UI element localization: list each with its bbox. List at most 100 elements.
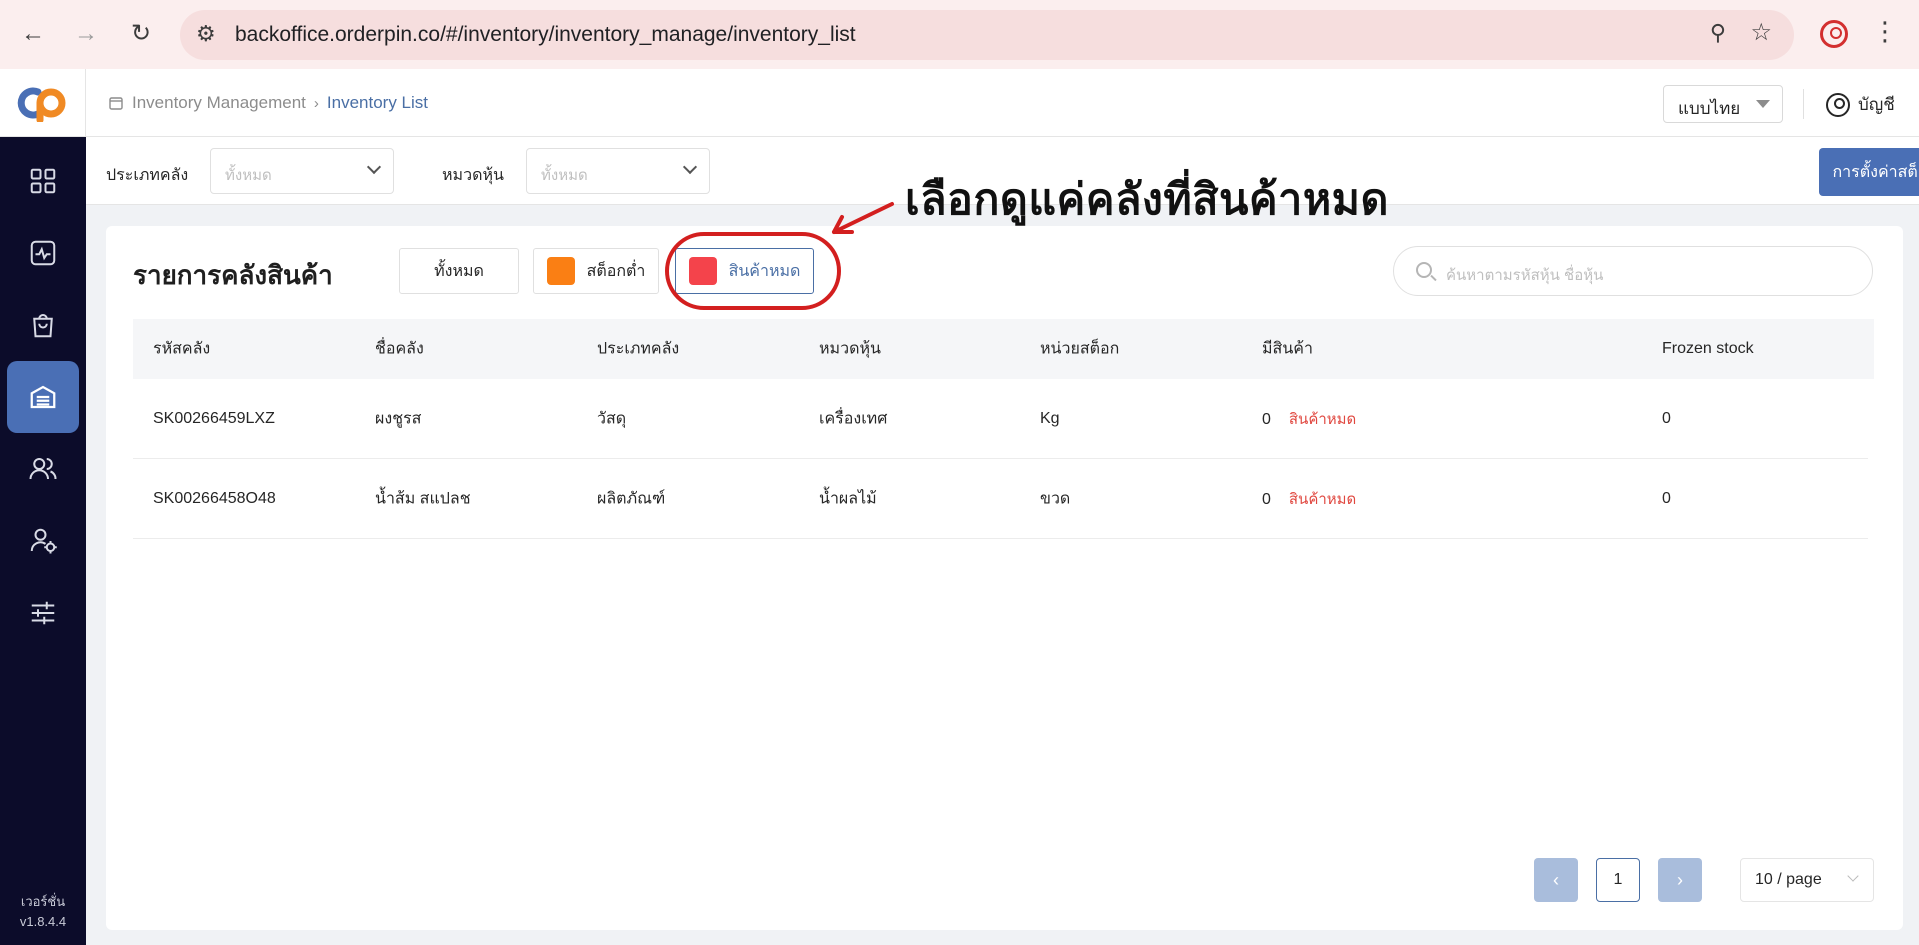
sidebar-item-settings[interactable]: [7, 577, 79, 649]
search-icon: [1416, 262, 1432, 278]
search-placeholder: ค้นหาตามรหัสหุ้น ชื่อหุ้น: [1446, 267, 1604, 284]
status-badge: สินค้าหมด: [1288, 490, 1357, 508]
sidebar-item-staff[interactable]: [7, 505, 79, 577]
warehouse-icon: [30, 385, 56, 409]
sidebar-item-reports[interactable]: [7, 217, 79, 289]
page-size-value: 10 / page: [1755, 871, 1822, 888]
orderpin-logo[interactable]: [16, 84, 72, 122]
cell-unit: ขวด: [1040, 490, 1071, 507]
inventory-card: รายการคลังสินค้า ทั้งหมด สต็อกต่ำ สินค้า…: [106, 226, 1903, 930]
column-header: มีสินค้า: [1262, 340, 1313, 358]
prev-page-button[interactable]: ‹: [1534, 858, 1578, 902]
annotation-arrow-icon: [832, 202, 894, 234]
top-header: Inventory Management › Inventory List แบ…: [86, 69, 1919, 137]
dashboard-grid-icon: [30, 168, 56, 194]
cell-name: น้ำส้ม สแปลช: [375, 490, 471, 507]
account-menu[interactable]: บัญชี: [1826, 91, 1895, 118]
reload-icon[interactable]: ↻: [125, 18, 157, 50]
forward-icon[interactable]: →: [70, 18, 102, 50]
column-header: ชื่อคลัง: [375, 340, 424, 358]
cell-stock: 0 สินค้าหมด: [1262, 487, 1356, 511]
search-input[interactable]: ค้นหาตามรหัสหุ้น ชื่อหุ้น: [1393, 246, 1873, 296]
breadcrumb: Inventory Management › Inventory List: [108, 93, 428, 113]
column-header: รหัสคลัง: [153, 340, 211, 358]
page-size-select[interactable]: 10 / page: [1740, 858, 1874, 902]
warehouse-type-value: ทั้งหมด: [225, 167, 272, 184]
url-text[interactable]: backoffice.orderpin.co/#/inventory/inven…: [235, 23, 856, 47]
language-value: แบบไทย: [1678, 99, 1741, 118]
cell-code: SK00266458O48: [153, 489, 276, 507]
column-header: หมวดหุ้น: [819, 340, 881, 358]
cell-category: เครื่องเทศ: [819, 410, 888, 427]
stock-alert-settings-button[interactable]: การตั้งค่าสต็อกเตือน: [1819, 148, 1919, 196]
sidebar-item-customers[interactable]: [7, 433, 79, 505]
caret-down-icon: [1756, 100, 1770, 108]
cell-qty: 0: [1262, 490, 1271, 508]
chevron-down-icon: [366, 159, 382, 175]
user-settings-icon: [30, 528, 57, 554]
cell-type: วัสดุ: [597, 410, 627, 427]
language-select[interactable]: แบบไทย: [1663, 85, 1783, 123]
warehouse-type-label: ประเภทคลัง: [106, 167, 189, 184]
column-header: ประเภทคลัง: [597, 340, 680, 358]
cell-unit: Kg: [1040, 409, 1060, 427]
table-row[interactable]: SK00266458O48 น้ำส้ม สแปลช ผลิตภัณฑ์ น้ำ…: [133, 459, 1868, 539]
cell-name: ผงชูรส: [375, 410, 422, 427]
next-page-button[interactable]: ›: [1658, 858, 1702, 902]
table-row[interactable]: SK00266459LXZ ผงชูรส วัสดุ เครื่องเทศ Kg…: [133, 379, 1868, 459]
zoom-icon[interactable]: ⚲: [1710, 20, 1726, 46]
site-settings-icon[interactable]: ⚙: [196, 21, 216, 47]
column-header: Frozen stock: [1662, 340, 1754, 357]
tab-all[interactable]: ทั้งหมด: [399, 248, 519, 294]
users-icon: [29, 458, 57, 480]
header-divider: [1803, 89, 1804, 119]
column-header: หน่วยสต็อก: [1040, 340, 1120, 358]
category-select[interactable]: ทั้งหมด: [526, 148, 710, 194]
cell-frozen: 0: [1662, 409, 1671, 427]
tab-low-stock-label: สต็อกต่ำ: [586, 262, 646, 280]
cell-qty: 0: [1262, 410, 1271, 428]
chevron-down-icon: [682, 159, 698, 175]
sidebar-item-orders[interactable]: [7, 289, 79, 361]
annotation-ring: [665, 232, 841, 310]
browser-toolbar: ← → ↻ ⚙ backoffice.orderpin.co/#/invento…: [0, 0, 1919, 69]
tab-low-stock[interactable]: สต็อกต่ำ: [533, 248, 659, 294]
profile-icon[interactable]: [1820, 20, 1848, 48]
status-badge: สินค้าหมด: [1288, 410, 1357, 428]
version-number: v1.8.4.4: [19, 914, 67, 929]
address-bar[interactable]: ⚙ backoffice.orderpin.co/#/inventory/inv…: [180, 10, 1794, 60]
sidebar-item-dashboard[interactable]: [7, 145, 79, 217]
tab-all-label: ทั้งหมด: [434, 262, 484, 280]
sidebar-item-inventory[interactable]: [7, 361, 79, 433]
page-1-button[interactable]: 1: [1596, 858, 1640, 902]
breadcrumb-root[interactable]: Inventory Management: [132, 93, 306, 113]
low-stock-swatch: [546, 257, 575, 285]
page-title: รายการคลังสินค้า: [133, 260, 333, 290]
cell-stock: 0 สินค้าหมด: [1262, 407, 1356, 431]
cell-type: ผลิตภัณฑ์: [597, 490, 666, 507]
shopping-bag-icon: [33, 314, 53, 338]
annotation-text: เลือกดูแค่คลังที่สินค้าหมด: [905, 176, 1389, 224]
browser-menu-icon[interactable]: ⋮: [1872, 16, 1898, 47]
cell-frozen: 0: [1662, 489, 1671, 507]
chevron-down-icon: [1847, 870, 1859, 882]
logo-cell: [0, 69, 86, 137]
breadcrumb-current: Inventory List: [326, 93, 428, 112]
app-version: เวอร์ชั่น v1.8.4.4: [0, 892, 86, 932]
version-label: เวอร์ชั่น: [20, 894, 66, 909]
cell-category: น้ำผลไม้: [819, 490, 877, 507]
bookmark-star-icon[interactable]: ☆: [1750, 18, 1772, 47]
activity-icon: [30, 240, 56, 266]
sliders-icon: [31, 601, 55, 625]
category-value: ทั้งหมด: [541, 167, 588, 184]
account-label: บัญชี: [1858, 95, 1895, 114]
cell-code: SK00266459LXZ: [153, 409, 275, 427]
inventory-table: รหัสคลัง ชื่อคลัง ประเภทคลัง หมวดหุ้น หน…: [133, 319, 1874, 539]
warehouse-type-select[interactable]: ทั้งหมด: [210, 148, 394, 194]
user-circle-icon: [1826, 92, 1850, 117]
category-label: หมวดหุ้น: [442, 167, 504, 184]
calendar-icon: [109, 97, 123, 110]
back-icon[interactable]: ←: [17, 18, 49, 50]
table-header: รหัสคลัง ชื่อคลัง ประเภทคลัง หมวดหุ้น หน…: [133, 319, 1874, 379]
breadcrumb-separator-icon: ›: [313, 94, 319, 112]
